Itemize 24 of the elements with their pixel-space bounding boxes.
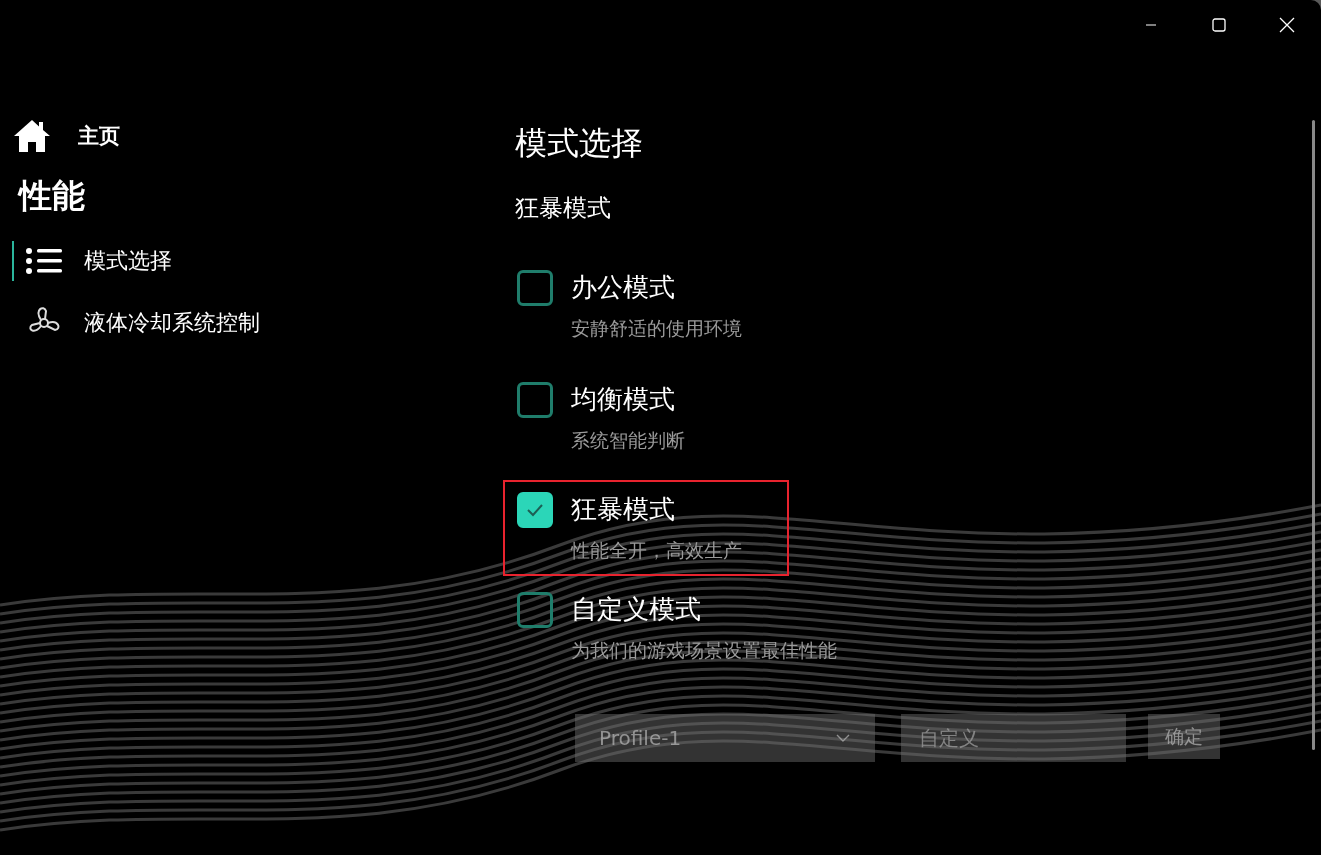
list-icon [24, 247, 64, 275]
section-title: 性能 [19, 175, 85, 217]
maximize-icon [1212, 18, 1226, 32]
mode-checkbox[interactable] [517, 382, 553, 418]
page-title: 模式选择 [515, 123, 643, 164]
mode-title: 均衡模式 [571, 383, 676, 416]
mode-description: 为我们的游戏场景设置最佳性能 [571, 638, 837, 663]
mode-checkbox[interactable] [517, 492, 553, 528]
home-nav-item[interactable]: 主页 [12, 118, 152, 154]
current-mode-label: 狂暴模式 [515, 193, 611, 224]
home-icon [12, 118, 52, 154]
mode-checkbox[interactable] [517, 592, 553, 628]
nav-item[interactable]: 模式选择 [12, 241, 172, 281]
nav-item[interactable]: 液体冷却系统控制 [12, 303, 260, 343]
close-icon [1279, 17, 1295, 33]
mode-description: 性能全开，高效生产 [571, 538, 742, 563]
checkmark-icon [525, 502, 545, 518]
mode-title: 狂暴模式 [571, 493, 676, 526]
chevron-down-icon [835, 733, 851, 743]
mode-description: 安静舒适的使用环境 [571, 316, 742, 341]
mode-description: 系统智能判断 [571, 428, 685, 453]
mode-title: 自定义模式 [571, 593, 702, 626]
mode-checkbox[interactable] [517, 270, 553, 306]
mode-title: 办公模式 [571, 271, 676, 304]
